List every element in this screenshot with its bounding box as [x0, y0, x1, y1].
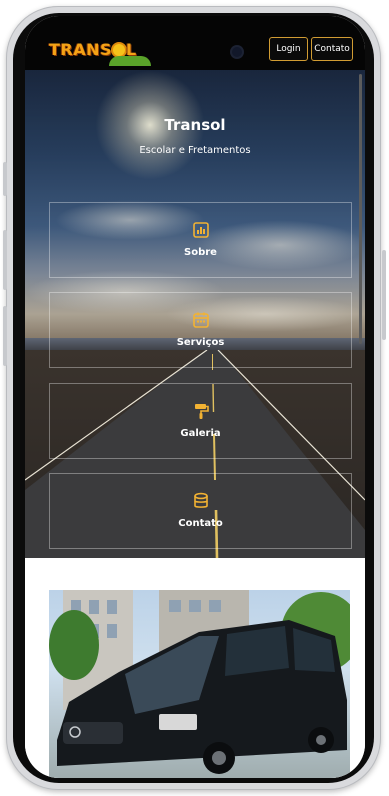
calendar-icon: [193, 312, 209, 328]
scrollbar[interactable]: [359, 74, 362, 344]
phone-screen: TRANS L Login Contato Transol Escolar e F…: [25, 16, 365, 778]
hero-title: Transol: [164, 116, 226, 134]
login-button[interactable]: Login: [269, 37, 308, 61]
sun-icon: [113, 44, 126, 56]
card-contato[interactable]: Contato: [49, 473, 352, 549]
card-label: Serviços: [176, 337, 225, 348]
logo-text-left: TRANS: [49, 40, 113, 59]
volume-up-button: [3, 230, 7, 290]
van-graphic: [57, 620, 347, 774]
chart-bar-icon: [193, 222, 209, 238]
card-label: Contato: [178, 518, 223, 529]
logo-hill-graphic: [109, 56, 151, 66]
card-label: Sobre: [184, 247, 217, 258]
database-icon: [194, 492, 208, 508]
power-button: [382, 250, 386, 340]
gallery-section: [25, 558, 365, 778]
paint-roller-icon: [195, 404, 209, 419]
card-label: Galeria: [180, 428, 221, 439]
card-sobre[interactable]: Sobre: [49, 202, 352, 278]
volume-down-button: [3, 306, 7, 366]
front-camera: [232, 47, 242, 57]
silent-switch: [3, 162, 7, 196]
site-header: TRANS L Login Contato: [25, 16, 365, 70]
card-galeria[interactable]: Galeria: [49, 383, 352, 459]
van-photo: [49, 590, 350, 778]
hero-section: Transol Escolar e Fretamentos Sobre Serv: [25, 70, 365, 558]
card-servicos[interactable]: Serviços: [49, 292, 352, 368]
contato-button[interactable]: Contato: [311, 37, 353, 61]
hero-subtitle: Escolar e Fretamentos: [139, 145, 251, 156]
